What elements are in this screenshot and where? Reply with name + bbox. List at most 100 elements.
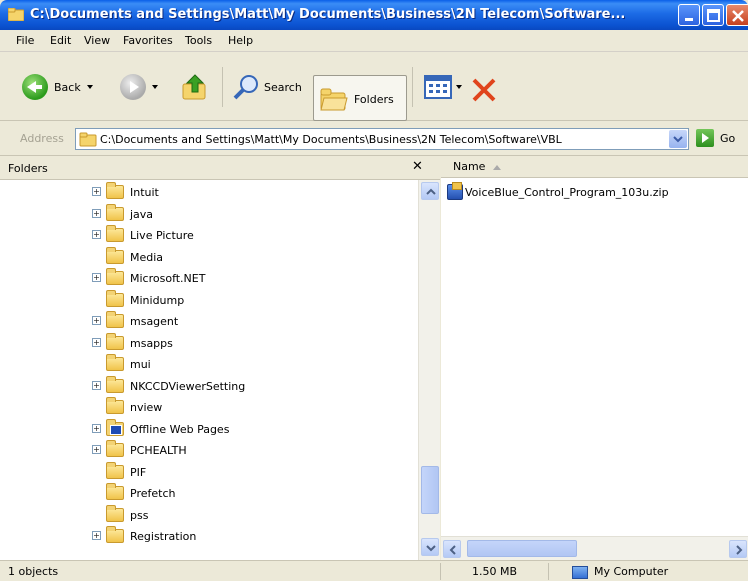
search-label: Search [264,80,302,94]
folder-icon [106,332,124,350]
expand-plus-icon[interactable]: + [92,273,101,282]
folder-icon [106,354,124,371]
chevron-down-icon [673,136,683,143]
folders-button[interactable]: Folders [313,75,407,121]
status-divider [440,563,441,580]
tree-item[interactable]: + msagent [0,311,418,332]
address-dropdown-button[interactable] [669,130,687,148]
tree-item[interactable]: + Microsoft.NET [0,268,418,289]
folder-icon [106,504,124,522]
folder-icon [79,132,97,147]
status-bar: 1 objects 1.50 MB My Computer [0,560,748,581]
tree-item-label: msapps [130,336,173,350]
address-label: Address [20,132,64,145]
menu-view[interactable]: View [84,34,110,47]
expand-plus-icon[interactable]: + [92,423,101,433]
tree-item[interactable]: + Offline Web Pages [0,418,418,440]
tree-item-label: nview [130,401,163,414]
title-bar[interactable]: C:\Documents and Settings\Matt\My Docume… [0,0,748,30]
close-button[interactable] [726,4,748,26]
name-column-label: Name [453,160,502,173]
file-name: VoiceBlue_Control_Program_103u.zip [465,185,669,199]
maximize-button[interactable] [702,4,724,26]
tree-item[interactable]: Prefetch [0,483,418,504]
file-item[interactable]: VoiceBlue_Control_Program_103u.zip [447,182,669,202]
address-input[interactable]: C:\Documents and Settings\Matt\My Docume… [75,128,689,150]
menu-bar: File Edit View Favorites Tools Help [0,30,748,77]
menu-favorites[interactable]: Favorites [123,34,173,47]
status-size: 1.50 MB [472,565,518,578]
vertical-scrollbar[interactable] [418,180,440,560]
scroll-right-button[interactable] [729,540,747,558]
tree-item-label: Registration [130,530,197,543]
status-divider [548,563,549,580]
expand-plus-icon[interactable]: + [92,337,101,347]
expand-plus-icon[interactable]: + [92,531,101,540]
address-bar: Address C:\Documents and Settings\Matt\M… [0,122,748,156]
forward-button[interactable] [120,71,158,103]
back-dropdown-icon[interactable] [86,85,93,89]
tree-item-label: Offline Web Pages [130,422,230,436]
sort-ascending-icon [493,164,502,170]
expand-plus-icon[interactable]: + [92,445,101,454]
tree-item-label: Intuit [130,186,159,199]
expand-plus-icon[interactable]: + [92,187,101,196]
scroll-down-button[interactable] [421,538,439,556]
back-button[interactable]: Back [22,71,93,103]
tree-item[interactable]: Media [0,246,418,268]
tree-item[interactable]: + PCHEALTH [0,440,418,461]
search-button[interactable]: Search [232,71,302,103]
delete-button[interactable] [470,74,498,106]
close-pane-icon[interactable]: ✕ [412,159,423,174]
folder-icon [106,397,124,414]
menu-file[interactable]: File [16,34,34,47]
menu-edit[interactable]: Edit [50,34,71,47]
explorer-window: C:\Documents and Settings\Matt\My Docume… [0,0,748,581]
tree-item[interactable]: + NKCCDViewerSetting [0,375,418,397]
tree-item[interactable]: nview [0,397,418,418]
maximize-icon [707,9,720,22]
folders-pane-header: Folders ✕ [0,156,440,180]
folders-label: Folders [354,93,394,106]
folder-icon [106,246,124,264]
menu-help[interactable]: Help [228,34,253,47]
folder-icon [106,440,124,457]
expand-plus-icon[interactable]: + [92,316,101,325]
tree-item[interactable]: + java [0,203,418,225]
menu-tools[interactable]: Tools [185,34,212,47]
status-location: My Computer [572,565,668,579]
forward-dropdown-icon[interactable] [152,85,158,89]
chevron-down-icon [426,545,436,552]
tree-item[interactable]: mui [0,354,418,375]
web-folder-icon [106,418,124,436]
horizontal-scrollbar[interactable] [441,536,748,560]
tree-item[interactable]: + msapps [0,332,418,354]
scroll-thumb[interactable] [421,466,439,514]
views-button[interactable] [424,71,462,103]
expand-plus-icon[interactable]: + [92,230,101,239]
minimize-button[interactable] [678,4,700,26]
tree-item[interactable]: + Registration [0,526,418,547]
tree-item[interactable]: pss [0,504,418,526]
toolbar-separator [222,67,223,107]
go-button[interactable]: Go [696,129,735,147]
scroll-up-button[interactable] [421,182,439,200]
chevron-left-icon [449,545,456,555]
tree-item[interactable]: PIF [0,461,418,483]
horizontal-scroll-thumb[interactable] [467,540,577,557]
tree-item[interactable]: + Live Picture [0,225,418,246]
tree-item[interactable]: Minidump [0,289,418,311]
up-folder-button[interactable] [180,71,210,103]
expand-plus-icon[interactable]: + [92,208,101,218]
tree-item-label: Prefetch [130,487,176,500]
name-column-header[interactable]: Name [441,156,748,178]
tree-item-label: Minidump [130,293,185,307]
expand-plus-icon[interactable]: + [92,380,101,390]
toolbar-separator [412,67,413,107]
tree-item[interactable]: + Intuit [0,182,418,203]
folders-pane: Folders ✕ + Intuit + java + Live Picture Media… [0,156,440,560]
tree-item-label: Live Picture [130,229,194,242]
scroll-left-button[interactable] [443,540,461,558]
window-title: C:\Documents and Settings\Matt\My Docume… [30,7,626,22]
views-dropdown-icon[interactable] [456,85,462,89]
